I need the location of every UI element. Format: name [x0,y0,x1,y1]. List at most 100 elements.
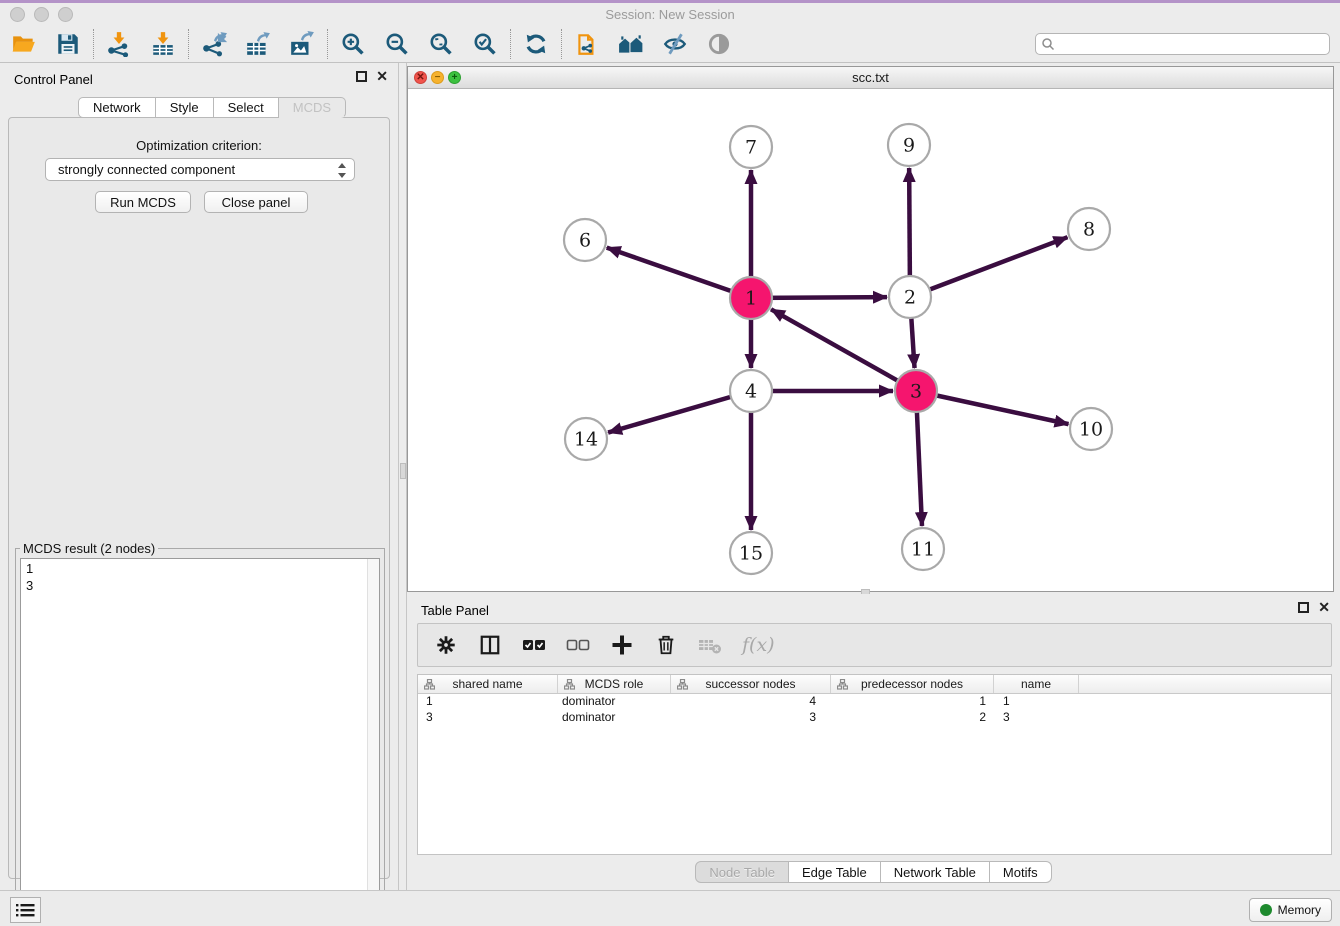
zoom-out-icon[interactable] [383,30,411,58]
graph-node-6[interactable]: 6 [564,219,606,261]
optimization-criterion-dropdown[interactable]: strongly connected component [45,158,355,181]
show-columns-icon[interactable] [478,633,502,657]
graph-node-1[interactable]: 1 [730,277,772,319]
mcds-result-title: MCDS result (2 nodes) [20,541,158,556]
add-column-icon[interactable] [610,633,634,657]
table-tabs: Node Table Edge Table Network Table Moti… [407,861,1340,883]
column-header-predecessor-nodes[interactable]: predecessor nodes [831,675,994,693]
open-session-icon[interactable] [10,30,38,58]
delete-table-icon [698,633,722,657]
table-panel: Table Panel ✕ f(x) share [407,594,1340,890]
close-panel-icon[interactable]: ✕ [376,71,388,82]
mcds-result-group: MCDS result (2 nodes) 1 3 [15,548,385,926]
run-mcds-button[interactable]: Run MCDS [95,191,191,213]
tab-motifs[interactable]: Motifs [990,861,1052,883]
search-input[interactable] [1035,33,1330,55]
status-bar: Memory [0,890,1340,926]
tab-select[interactable]: Select [214,97,279,118]
dropdown-value: strongly connected component [58,162,235,177]
svg-text:1: 1 [745,288,757,310]
tab-style[interactable]: Style [156,97,214,118]
table-row[interactable]: 3 dominator 3 2 3 [418,710,1331,726]
function-builder-icon: f(x) [742,634,775,656]
home-icon[interactable] [617,30,645,58]
memory-button[interactable]: Memory [1249,898,1332,922]
svg-text:8: 8 [1083,219,1095,241]
mcds-result-line: 1 [26,560,379,577]
column-header-successor-nodes[interactable]: successor nodes [671,675,831,693]
mcds-panel: Optimization criterion: strongly connect… [8,117,390,879]
graph-node-3[interactable]: 3 [895,370,937,412]
memory-label: Memory [1278,903,1321,917]
table-settings-icon[interactable] [434,633,458,657]
graph-edge-3-10[interactable] [916,391,1069,424]
svg-text:3: 3 [910,381,922,403]
table-row[interactable]: 1 dominator 4 1 1 [418,694,1331,710]
select-all-columns-icon[interactable] [522,633,546,657]
network-view-window: ✕ − + scc.txt 1 2 3 4 6 7 8 9 10 11 14 15 [407,66,1334,592]
column-header-name[interactable]: name [994,675,1079,693]
table-panel-title: Table Panel [421,603,489,618]
graph-node-15[interactable]: 15 [730,532,772,574]
svg-text:9: 9 [903,135,915,157]
graph-node-8[interactable]: 8 [1068,208,1110,250]
graph-edge-2-8[interactable] [910,237,1067,297]
chevron-updown-icon [337,163,347,181]
svg-text:10: 10 [1079,419,1103,441]
delete-column-icon[interactable] [654,633,678,657]
save-session-icon[interactable] [54,30,82,58]
app-titlebar: Session: New Session [0,3,1340,26]
main-toolbar [0,26,1340,63]
graph-node-14[interactable]: 14 [565,418,607,460]
tab-edge-table[interactable]: Edge Table [789,861,881,883]
import-table-icon[interactable] [149,30,177,58]
graph-node-7[interactable]: 7 [730,126,772,168]
graph-edge-4-14[interactable] [608,391,751,433]
graph-node-11[interactable]: 11 [902,528,944,570]
tab-network[interactable]: Network [78,97,156,118]
export-image-icon[interactable] [288,30,316,58]
float-panel-icon[interactable] [356,71,367,82]
column-header-mcds-role[interactable]: MCDS role [558,675,671,693]
control-panel: Control Panel ✕ Network Style Select MCD… [0,63,398,890]
export-network-icon[interactable] [200,30,228,58]
svg-text:7: 7 [745,137,757,159]
graph-node-2[interactable]: 2 [889,276,931,318]
mcds-result-textarea[interactable]: 1 3 [20,558,380,924]
column-type-icon [677,679,688,693]
search-icon [1041,37,1055,56]
zoom-selected-icon[interactable] [471,30,499,58]
toolbar-separator [188,29,189,59]
deselect-all-columns-icon[interactable] [566,633,590,657]
toolbar-separator [561,29,562,59]
vertical-splitter[interactable] [398,63,407,890]
graph-node-4[interactable]: 4 [730,370,772,412]
zoom-in-icon[interactable] [339,30,367,58]
import-network-icon[interactable] [105,30,133,58]
tab-mcds[interactable]: MCDS [279,97,346,118]
network-canvas[interactable]: 1 2 3 4 6 7 8 9 10 11 14 15 [408,89,1333,591]
close-panel-icon[interactable]: ✕ [1318,602,1330,613]
splitter-grip[interactable] [400,463,406,479]
svg-text:4: 4 [745,381,757,403]
graph-node-10[interactable]: 10 [1070,408,1112,450]
graph-edge-3-1[interactable] [771,309,916,391]
network-window-titlebar[interactable]: ✕ − + scc.txt [408,67,1333,89]
mcds-result-scrollbar[interactable] [367,559,379,923]
toggle-view-icon[interactable] [705,30,733,58]
svg-text:6: 6 [579,230,591,252]
graph-edge-1-6[interactable] [607,248,751,298]
zoom-fit-icon[interactable] [427,30,455,58]
toolbar-separator [510,29,511,59]
column-header-shared-name[interactable]: shared name [418,675,558,693]
tab-network-table[interactable]: Network Table [881,861,990,883]
float-panel-icon[interactable] [1298,602,1309,613]
export-table-icon[interactable] [244,30,272,58]
task-history-button[interactable] [10,897,41,923]
close-panel-button[interactable]: Close panel [204,191,308,213]
tab-node-table[interactable]: Node Table [695,861,789,883]
hide-labels-icon[interactable] [661,30,689,58]
graph-node-9[interactable]: 9 [888,124,930,166]
copy-network-view-icon[interactable] [573,30,601,58]
refresh-icon[interactable] [522,30,550,58]
